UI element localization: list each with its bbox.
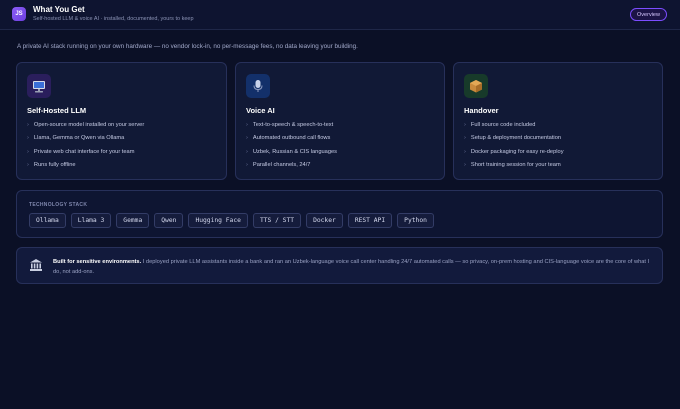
list-item: › Runs fully offline — [27, 161, 76, 168]
list-item: › Open-source model installed on your ser… — [27, 122, 145, 128]
app-title: What You Get — [33, 5, 85, 14]
card-title: Voice AI — [246, 106, 275, 115]
list-item: › Text-to-speech & speech-to-text — [246, 122, 334, 128]
list-item: › Automated outbound call flows — [246, 135, 331, 142]
tech-chip: Llama 3 — [70, 213, 112, 228]
card-self-hosted-llm: Self-Hosted LLM › Open-source model insta… — [16, 62, 227, 180]
tech-chip: Qwen — [154, 213, 184, 228]
note-body: I deployed private LLM assistants inside… — [53, 259, 650, 275]
list-item: › Docker packaging for easy re-deploy — [464, 148, 564, 155]
microphone-icon — [246, 74, 270, 98]
card-handover: Handover › Full source code included › Set… — [453, 62, 663, 180]
feature-list: › Open-source model installed on your ser… — [27, 121, 144, 174]
note-text: Built for sensitive environments. I depl… — [53, 257, 653, 277]
list-item: › Parallel channels, 24/7 — [246, 161, 311, 168]
tech-chip: Gemma — [116, 213, 150, 228]
app-logo: JS — [12, 7, 26, 21]
tech-chip: Docker — [306, 213, 343, 228]
app-header: JS What You Get Self-hosted LLM & voice … — [0, 0, 680, 30]
tech-chip: Hugging Face — [188, 213, 248, 228]
computer-icon — [27, 74, 51, 98]
overview-button[interactable]: Overview — [630, 8, 667, 21]
tech-chip: TTS / STT — [252, 213, 302, 228]
package-icon — [464, 74, 488, 98]
list-item: › Private web chat interface for your tea… — [27, 148, 135, 155]
note-emphasis: Built for sensitive environments. — [53, 259, 142, 265]
chip-row: Ollama Llama 3 Gemma Qwen Hugging Face T… — [29, 213, 439, 228]
intro-text: A private AI stack running on your own h… — [17, 43, 358, 50]
credibility-note: Built for sensitive environments. I depl… — [16, 247, 663, 284]
list-item: › Llama, Gemma or Qwen via Ollama — [27, 135, 125, 142]
bank-icon — [29, 258, 43, 272]
list-item: › Setup & deployment documentation — [464, 135, 562, 142]
feature-list: › Text-to-speech & speech-to-text › Automa… — [246, 121, 337, 174]
card-voice-ai: Voice AI › Text-to-speech & speech-to-tex… — [235, 62, 445, 180]
card-title: Self-Hosted LLM — [27, 106, 87, 115]
card-title: Handover — [464, 106, 499, 115]
list-item: › Short training session for your team — [464, 161, 561, 168]
app-subtitle: Self-hosted LLM & voice AI · installed, … — [33, 16, 194, 22]
tech-chip: Python — [397, 213, 434, 228]
tech-chip: Ollama — [29, 213, 66, 228]
section-title: TECHNOLOGY STACK — [29, 202, 88, 208]
technology-stack-panel: TECHNOLOGY STACK Ollama Llama 3 Gemma Qw… — [16, 190, 663, 238]
feature-list: › Full source code included › Setup & depl… — [464, 121, 564, 174]
tech-chip: REST API — [347, 213, 393, 228]
list-item: › Uzbek, Russian & CIS languages — [246, 148, 337, 155]
list-item: › Full source code included — [464, 122, 536, 128]
